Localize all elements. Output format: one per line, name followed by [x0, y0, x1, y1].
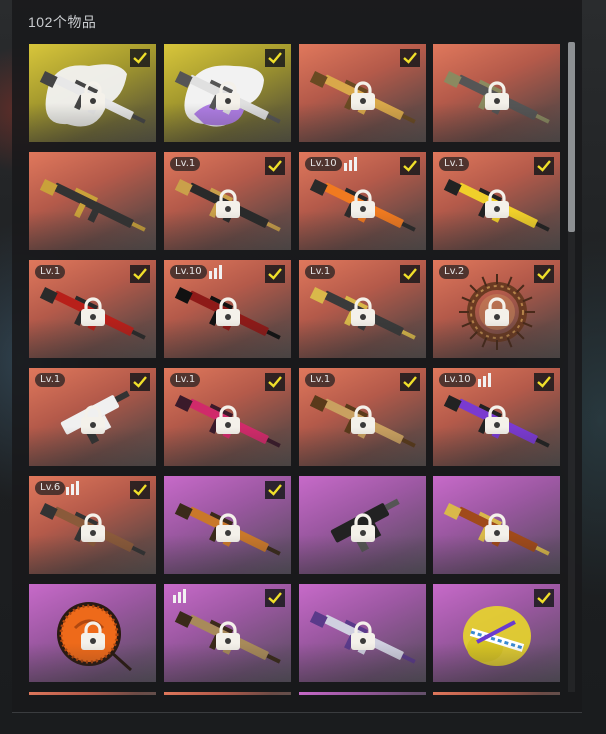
upgrade-bars-icon — [173, 589, 186, 603]
equipped-check-icon — [400, 49, 420, 67]
item-card[interactable] — [164, 44, 291, 142]
lock-icon — [484, 405, 509, 434]
item-card[interactable] — [299, 44, 426, 142]
level-badge: Lv.1 — [35, 265, 66, 279]
item-card[interactable]: Lv.1 — [164, 368, 291, 466]
item-card[interactable] — [164, 584, 291, 682]
upgrade-bars-icon — [344, 157, 357, 171]
item-card[interactable]: Lv.1 — [29, 260, 156, 358]
item-card[interactable]: Lv.6 — [29, 476, 156, 574]
equipped-check-icon — [265, 265, 285, 283]
lock-icon — [350, 621, 375, 650]
item-card[interactable]: Lv.1 — [29, 368, 156, 466]
equipped-check-icon — [265, 481, 285, 499]
level-badge: Lv.1 — [170, 373, 201, 387]
equipped-check-icon — [265, 49, 285, 67]
level-badge: Lv.1 — [305, 265, 336, 279]
equipped-check-icon — [400, 157, 420, 175]
lock-icon — [350, 297, 375, 326]
equipped-check-icon — [130, 481, 150, 499]
item-card[interactable] — [299, 476, 426, 574]
level-badge: Lv.1 — [35, 373, 66, 387]
level-badge: Lv.10 — [305, 157, 342, 171]
upgrade-bars-icon — [478, 373, 491, 387]
item-card[interactable] — [433, 584, 560, 682]
equipped-check-icon — [534, 157, 554, 175]
item-card[interactable] — [29, 44, 156, 142]
item-card[interactable]: Lv.1 — [433, 152, 560, 250]
item-card[interactable] — [29, 584, 156, 682]
item-card[interactable]: Lv.10 — [433, 368, 560, 466]
lock-icon — [215, 621, 240, 650]
item-card[interactable] — [299, 584, 426, 682]
level-badge: Lv.6 — [35, 481, 66, 495]
item-card[interactable]: Lv.1 — [299, 368, 426, 466]
lock-icon — [484, 81, 509, 110]
equipped-check-icon — [400, 265, 420, 283]
item-card-partial[interactable] — [299, 692, 426, 695]
item-card-partial[interactable] — [433, 692, 560, 695]
lock-icon — [80, 405, 105, 434]
item-card[interactable] — [433, 476, 560, 574]
level-badge: Lv.1 — [305, 373, 336, 387]
equipped-check-icon — [534, 589, 554, 607]
lock-icon — [350, 513, 375, 542]
item-card[interactable]: Lv.10 — [164, 260, 291, 358]
lock-icon — [215, 297, 240, 326]
lock-icon — [80, 621, 105, 650]
upgrade-bars-icon — [209, 265, 222, 279]
lock-icon — [215, 81, 240, 110]
item-card-partial[interactable] — [164, 692, 291, 695]
level-badge: Lv.10 — [170, 265, 207, 279]
lock-icon — [215, 189, 240, 218]
item-card-partial[interactable] — [29, 692, 156, 695]
lock-icon — [484, 297, 509, 326]
lock-icon — [80, 513, 105, 542]
level-badge: Lv.10 — [439, 373, 476, 387]
equipped-check-icon — [534, 373, 554, 391]
lock-icon — [484, 189, 509, 218]
lock-icon — [215, 513, 240, 542]
item-card[interactable]: Lv.1 — [299, 260, 426, 358]
equipped-check-icon — [265, 157, 285, 175]
scrollbar-thumb[interactable] — [568, 42, 575, 232]
level-badge: Lv.1 — [439, 157, 470, 171]
lock-icon — [80, 81, 105, 110]
item-card[interactable] — [433, 44, 560, 142]
item-card[interactable]: Lv.10 — [299, 152, 426, 250]
equipped-check-icon — [265, 373, 285, 391]
item-card[interactable] — [164, 476, 291, 574]
level-badge: Lv.2 — [439, 265, 470, 279]
equipped-check-icon — [130, 265, 150, 283]
lock-icon — [80, 297, 105, 326]
lock-icon — [215, 405, 240, 434]
item-card[interactable]: Lv.1 — [164, 152, 291, 250]
equipped-check-icon — [130, 373, 150, 391]
equipped-check-icon — [130, 49, 150, 67]
lock-icon — [350, 81, 375, 110]
level-badge: Lv.1 — [170, 157, 201, 171]
rifle-gold-dark-icon — [39, 178, 146, 232]
lock-icon — [484, 513, 509, 542]
equipped-check-icon — [534, 265, 554, 283]
item-count-label: 102个物品 — [28, 14, 97, 30]
item-card[interactable] — [29, 152, 156, 250]
equipped-check-icon — [400, 373, 420, 391]
upgrade-bars-icon — [66, 481, 79, 495]
lock-icon — [350, 189, 375, 218]
lock-icon — [350, 405, 375, 434]
equipped-check-icon — [265, 589, 285, 607]
inventory-grid: Lv.1 Lv.10 Lv.1 Lv.1 Lv.10 Lv.1 Lv.2 Lv.1 Lv.1 Lv… — [29, 44, 562, 695]
panel-divider — [12, 712, 582, 713]
item-card[interactable]: Lv.2 — [433, 260, 560, 358]
